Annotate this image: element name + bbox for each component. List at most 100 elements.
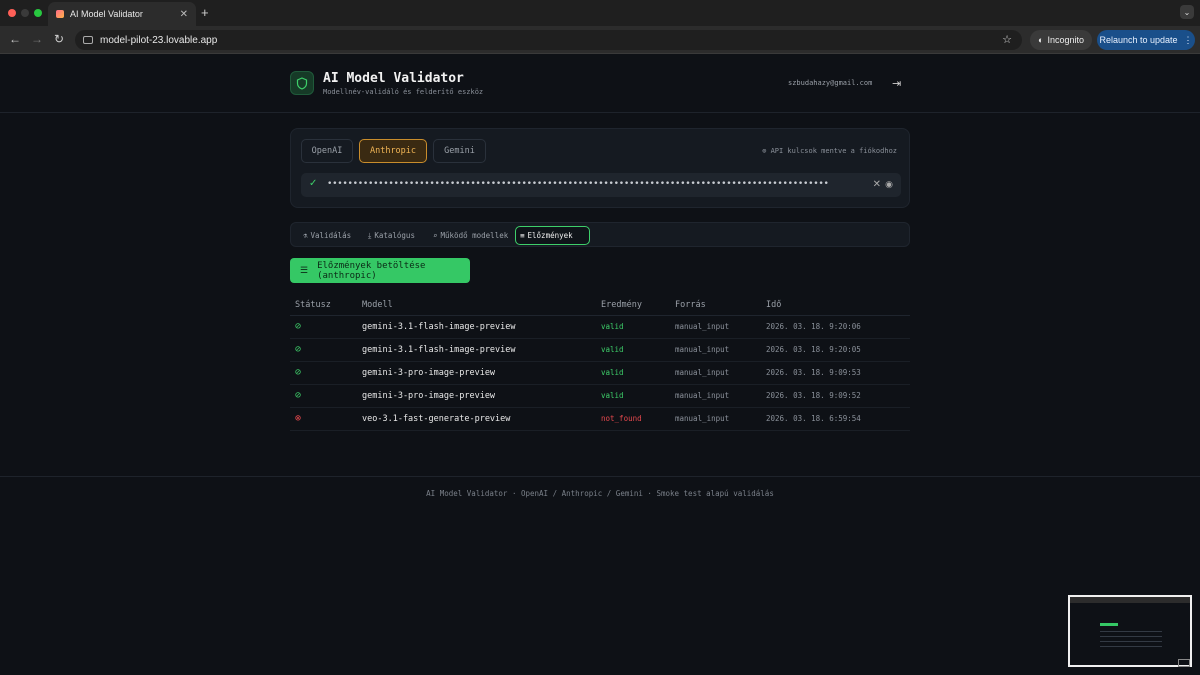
source-cell: manual_input bbox=[675, 407, 766, 431]
app-subtitle: Modellnév-validáló és felderítő eszköz bbox=[323, 88, 484, 96]
thumbnail-line bbox=[1100, 636, 1162, 637]
table-row: ⊘ gemini-3.1-flash-image-preview valid manu… bbox=[290, 338, 910, 362]
result-cell: valid bbox=[601, 361, 675, 385]
incognito-indicator[interactable]: ◐ Incognito bbox=[1030, 30, 1092, 50]
thumbnail-line bbox=[1100, 631, 1162, 632]
provider-card: OpenAI Anthropic Gemini ⊚ API kulcsok me… bbox=[290, 128, 910, 208]
tab-elozmenyek-label: Előzmények bbox=[527, 231, 573, 240]
status-cell: ⊘ bbox=[290, 361, 362, 385]
app-header: AI Model Validator Modellnév-validáló és… bbox=[0, 55, 1200, 113]
minimize-window-button[interactable] bbox=[21, 9, 29, 17]
thumbnail-line bbox=[1100, 646, 1162, 647]
table-row: ⊘ gemini-3-pro-image-preview valid manual_i… bbox=[290, 361, 910, 385]
check-circle-icon: ⊘ bbox=[295, 367, 302, 378]
result-cell: valid bbox=[601, 384, 675, 408]
forward-icon[interactable]: → bbox=[31, 32, 43, 46]
api-key-masked-value: ••••••••••••••••••••••••••••••••••••••••… bbox=[327, 179, 829, 189]
screen-preview-thumbnail[interactable] bbox=[1068, 595, 1192, 667]
reload-icon[interactable]: ↻ bbox=[54, 32, 64, 46]
tab-elozmenyek[interactable]: ≡ Előzmények bbox=[515, 226, 590, 245]
tab-close-icon[interactable]: ✕ bbox=[180, 9, 188, 20]
source-value: manual_input bbox=[675, 413, 730, 423]
tab-search-button[interactable]: ⌄ bbox=[1180, 5, 1194, 19]
time-cell: 2026. 03. 18. 9:20:06 bbox=[766, 315, 910, 339]
timestamp: 2026. 03. 18. 9:20:06 bbox=[766, 321, 861, 331]
result-badge: not_found bbox=[601, 413, 642, 423]
check-circle-icon: ⊘ bbox=[295, 390, 302, 401]
tab-validalas-label: Validálás bbox=[310, 231, 352, 240]
site-info-icon[interactable] bbox=[83, 36, 93, 44]
user-email: szbudahazy@gmail.com bbox=[788, 79, 873, 87]
col-source: Forrás bbox=[675, 295, 766, 316]
url-text: model-pilot-23.lovable.app bbox=[100, 34, 218, 46]
lovable-favicon-icon bbox=[56, 10, 64, 18]
thumbnail-button bbox=[1100, 623, 1118, 626]
col-model: Modell bbox=[362, 295, 601, 316]
source-cell: manual_input bbox=[675, 315, 766, 339]
x-circle-icon: ⊗ bbox=[295, 413, 302, 424]
section-tabs: ⚗ Validálás ⤓ Katalógus ⌕ Működő modellek ≡… bbox=[290, 222, 910, 247]
api-key-saved-note: ⊚ API kulcsok mentve a fiókodhoz bbox=[762, 147, 897, 155]
timestamp: 2026. 03. 18. 6:59:54 bbox=[766, 413, 861, 423]
logout-icon[interactable]: ⇥ bbox=[892, 77, 901, 90]
tab-mukodo-modellek[interactable]: ⌕ Működő modellek bbox=[429, 226, 512, 245]
list-icon: ≡ bbox=[520, 231, 525, 240]
col-time: Idő bbox=[766, 295, 910, 316]
relaunch-label: Relaunch to update bbox=[1099, 35, 1178, 45]
result-cell: not_found bbox=[601, 407, 675, 431]
flask-icon: ⚗ bbox=[303, 231, 308, 240]
bookmark-star-icon[interactable]: ☆ bbox=[1002, 33, 1012, 46]
time-cell: 2026. 03. 18. 6:59:54 bbox=[766, 407, 910, 431]
timestamp: 2026. 03. 18. 9:20:05 bbox=[766, 344, 861, 354]
key-valid-check-icon: ✓ bbox=[309, 178, 318, 189]
thumbnail-toolbar bbox=[1070, 597, 1190, 603]
list-icon: ☰ bbox=[300, 265, 309, 276]
search-icon: ⌕ bbox=[433, 231, 438, 240]
address-bar[interactable]: model-pilot-23.lovable.app ☆ bbox=[75, 30, 1022, 50]
browser-tab[interactable]: AI Model Validator ✕ bbox=[48, 2, 196, 26]
result-cell: valid bbox=[601, 338, 675, 362]
incognito-icon: ◐ bbox=[1038, 35, 1044, 45]
timestamp: 2026. 03. 18. 9:09:53 bbox=[766, 367, 861, 377]
download-icon: ⤓ bbox=[368, 230, 372, 240]
tab-katalogus-label: Katalógus bbox=[374, 231, 415, 240]
new-tab-button[interactable]: + bbox=[201, 5, 209, 20]
show-key-eye-icon[interactable]: ◉ bbox=[885, 179, 893, 190]
shield-logo-icon bbox=[290, 71, 314, 95]
source-cell: manual_input bbox=[675, 338, 766, 362]
clear-key-icon[interactable]: ✕ bbox=[873, 179, 881, 190]
load-history-button[interactable]: ☰ Előzmények betöltése (anthropic) bbox=[290, 258, 470, 283]
provider-tab-anthropic[interactable]: Anthropic bbox=[359, 139, 427, 163]
api-key-input[interactable]: ✓ ••••••••••••••••••••••••••••••••••••••… bbox=[301, 173, 901, 197]
more-menu-icon[interactable]: ⋮ bbox=[1184, 35, 1193, 46]
col-result: Eredmény bbox=[601, 295, 675, 316]
tab-validalas[interactable]: ⚗ Validálás bbox=[299, 226, 355, 245]
maximize-window-button[interactable] bbox=[34, 9, 42, 17]
model-cell: veo-3.1-fast-generate-preview bbox=[362, 407, 601, 431]
time-cell: 2026. 03. 18. 9:09:52 bbox=[766, 384, 910, 408]
time-cell: 2026. 03. 18. 9:20:05 bbox=[766, 338, 910, 362]
app-root: AI Model Validator Modellnév-validáló és… bbox=[0, 55, 1200, 675]
status-cell: ⊘ bbox=[290, 338, 362, 362]
provider-tab-gemini[interactable]: Gemini bbox=[433, 139, 486, 163]
thumbnail-line bbox=[1100, 641, 1162, 642]
browser-tabstrip: AI Model Validator ✕ + ⌄ bbox=[0, 0, 1200, 26]
model-cell: gemini-3-pro-image-preview bbox=[362, 361, 601, 385]
source-value: manual_input bbox=[675, 390, 730, 400]
footer-text: AI Model Validator · OpenAI / Anthropic … bbox=[426, 489, 774, 498]
check-circle-icon: ⊘ bbox=[295, 321, 302, 332]
app-title: AI Model Validator bbox=[323, 71, 464, 86]
result-badge: valid bbox=[601, 367, 624, 377]
relaunch-to-update-button[interactable]: Relaunch to update ⋮ bbox=[1097, 30, 1195, 50]
status-cell: ⊘ bbox=[290, 315, 362, 339]
close-window-button[interactable] bbox=[8, 9, 16, 17]
source-cell: manual_input bbox=[675, 361, 766, 385]
incognito-label: Incognito bbox=[1047, 35, 1084, 45]
model-name: gemini-3-pro-image-preview bbox=[362, 390, 496, 401]
back-icon[interactable]: ← bbox=[9, 32, 21, 46]
history-table: Státusz Modell Eredmény Forrás Idő ⊘ gemi… bbox=[290, 295, 910, 431]
table-row: ⊘ gemini-3.1-flash-image-preview valid manu… bbox=[290, 315, 910, 339]
provider-tab-openai[interactable]: OpenAI bbox=[301, 139, 353, 163]
result-cell: valid bbox=[601, 315, 675, 339]
tab-katalogus[interactable]: ⤓ Katalógus bbox=[364, 226, 419, 245]
